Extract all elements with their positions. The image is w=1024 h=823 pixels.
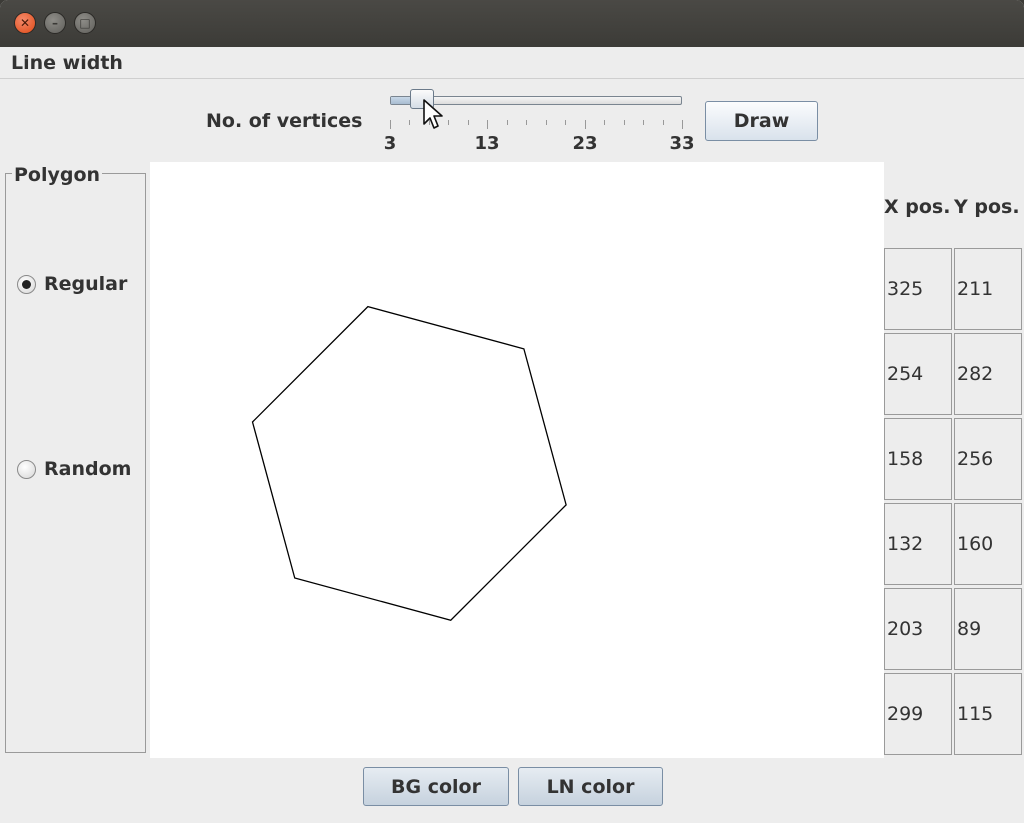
radio-button-icon[interactable] (17, 459, 36, 479)
slider-tick (390, 120, 391, 129)
slider-tick (506, 120, 508, 125)
slider-tick (487, 120, 489, 129)
slider-tick (662, 120, 664, 125)
hexagon-polygon (251, 305, 567, 621)
app-window: ✕ – □ Line width No. of vertices 3 13 23… (0, 0, 1024, 823)
y-pos-cell[interactable]: 160 (954, 503, 1022, 585)
slider-tick (409, 120, 411, 125)
radio-selected-dot (22, 279, 31, 289)
y-pos-cell[interactable]: 282 (954, 333, 1022, 415)
radio-regular[interactable]: Regular (17, 273, 127, 295)
bg-color-button[interactable]: BG color (363, 767, 509, 806)
close-icon[interactable]: ✕ (14, 12, 36, 34)
bottom-panel (0, 758, 1024, 823)
vertices-label: No. of vertices (206, 110, 363, 132)
slider-tick (545, 120, 547, 125)
slider-tick-label: 33 (669, 133, 695, 154)
x-pos-cell[interactable]: 158 (884, 418, 952, 500)
radio-regular-label: Regular (44, 273, 128, 295)
slider-tick-label: 23 (572, 133, 598, 154)
maximize-icon[interactable]: □ (74, 12, 96, 34)
radio-random-label: Random (44, 458, 132, 480)
slider-tick (565, 120, 567, 125)
draw-button[interactable]: Draw (705, 101, 818, 141)
x-pos-cell[interactable]: 203 (884, 588, 952, 670)
y-pos-cell[interactable]: 211 (954, 248, 1022, 330)
x-pos-header: X pos. (884, 196, 951, 218)
menu-bar: Line width (0, 47, 1024, 79)
slider-tick (584, 120, 586, 129)
drawing-canvas[interactable] (150, 162, 884, 758)
mouse-cursor-icon (423, 99, 443, 129)
radio-button-icon[interactable] (17, 274, 36, 294)
x-pos-cell[interactable]: 325 (884, 248, 952, 330)
slider-tick-label: 3 (383, 133, 397, 154)
minimize-icon[interactable]: – (44, 12, 66, 34)
slider-tick (604, 120, 606, 125)
title-bar: ✕ – □ (0, 0, 1024, 47)
ln-color-button[interactable]: LN color (518, 767, 663, 806)
x-pos-cell[interactable]: 299 (884, 673, 952, 755)
x-pos-cell[interactable]: 254 (884, 333, 952, 415)
radio-random[interactable]: Random (17, 458, 131, 480)
slider-tick (448, 120, 450, 125)
slider-tick (623, 120, 625, 125)
slider-tick (643, 120, 645, 125)
slider-tick (526, 120, 528, 125)
slider-tick (682, 120, 683, 129)
y-pos-cell[interactable]: 89 (954, 588, 1022, 670)
y-pos-cell[interactable]: 256 (954, 418, 1022, 500)
y-pos-cell[interactable]: 115 (954, 673, 1022, 755)
slider-tick (467, 120, 469, 125)
polygon-svg (251, 305, 567, 621)
slider-tick-label: 13 (474, 133, 500, 154)
polygon-group-title: Polygon (12, 164, 103, 186)
menu-line-width[interactable]: Line width (11, 52, 123, 74)
y-pos-header: Y pos. (954, 196, 1020, 218)
x-pos-cell[interactable]: 132 (884, 503, 952, 585)
